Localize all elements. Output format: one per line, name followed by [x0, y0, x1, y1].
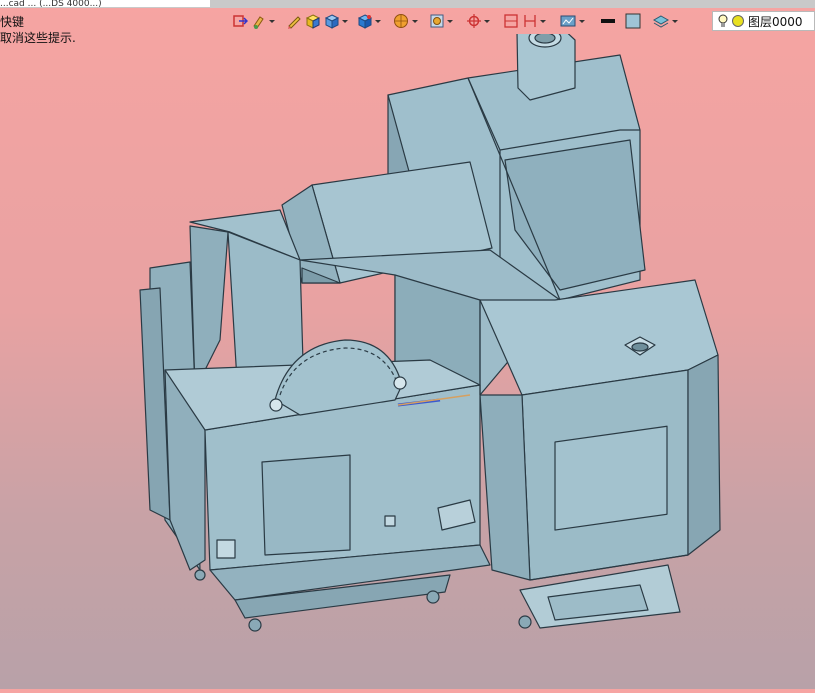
- main-toolbar: [232, 11, 681, 31]
- sphere-render-button[interactable]: [392, 12, 418, 30]
- layer-selector[interactable]: 图层0000: [712, 11, 815, 31]
- cube-view-button[interactable]: [357, 12, 381, 30]
- layer-name: 图层0000: [748, 14, 803, 29]
- layer-visibility-icon: [732, 15, 744, 27]
- section-view-button[interactable]: [503, 12, 519, 30]
- window-title: ...cad ... (...DS 4000...): [0, 0, 210, 7]
- section-view-icon: [504, 14, 518, 28]
- machine-model[interactable]: [0, 25, 815, 689]
- cube-yellow-icon: [305, 14, 321, 29]
- chevron-down-icon[interactable]: [540, 19, 546, 23]
- chevron-down-icon[interactable]: [342, 19, 348, 23]
- chevron-down-icon[interactable]: [672, 19, 678, 23]
- sphere-render-icon: [394, 14, 408, 28]
- paint-brush-icon: [253, 16, 264, 29]
- exit-sketch-button[interactable]: [232, 12, 248, 30]
- cube-blue-button[interactable]: [324, 12, 348, 30]
- hint-line-1: 快键: [0, 15, 25, 29]
- fill-color-button[interactable]: [625, 12, 641, 30]
- cube-blue-icon: [324, 14, 340, 29]
- chevron-down-icon[interactable]: [375, 19, 381, 23]
- shading-mode-icon: [430, 14, 444, 28]
- crosshair-icon: [467, 14, 481, 28]
- shading-mode-button[interactable]: [429, 12, 453, 30]
- fill-color-icon: [625, 13, 641, 29]
- assembly-button[interactable]: [559, 12, 585, 30]
- layers-icon: [652, 15, 670, 28]
- dimension-button[interactable]: [522, 12, 546, 30]
- line-color-button[interactable]: [600, 12, 616, 30]
- pencil-edit-button[interactable]: [286, 12, 302, 30]
- layers-button[interactable]: [652, 12, 678, 30]
- chevron-down-icon[interactable]: [484, 19, 490, 23]
- chevron-down-icon[interactable]: [412, 19, 418, 23]
- paint-brush-button[interactable]: [251, 12, 275, 30]
- 3d-viewport[interactable]: [0, 25, 815, 689]
- line-color-icon: [601, 19, 615, 23]
- pencil-edit-icon: [288, 16, 301, 29]
- exit-sketch-icon: [233, 15, 248, 27]
- dimension-icon: [524, 15, 536, 27]
- cube-yellow-button[interactable]: [305, 12, 321, 30]
- lightbulb-icon: [718, 14, 728, 27]
- chevron-down-icon[interactable]: [579, 19, 585, 23]
- assembly-icon: [560, 15, 576, 27]
- crosshair-button[interactable]: [466, 12, 490, 30]
- cube-view-icon: [357, 14, 373, 29]
- chevron-down-icon[interactable]: [269, 19, 275, 23]
- chevron-down-icon[interactable]: [447, 19, 453, 23]
